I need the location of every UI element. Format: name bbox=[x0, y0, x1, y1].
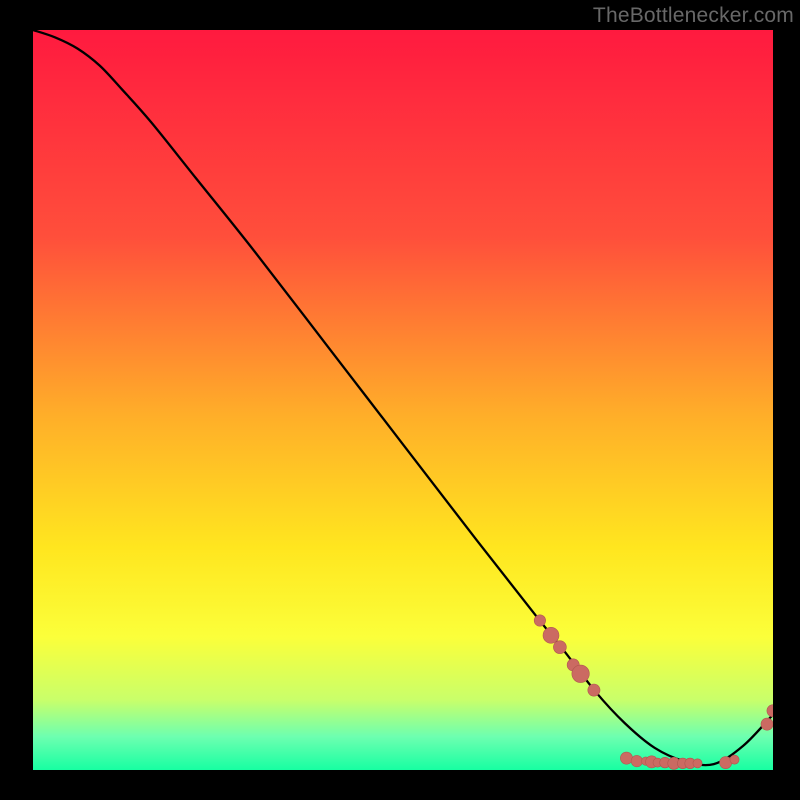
scatter-point bbox=[693, 759, 702, 768]
gradient-background bbox=[33, 30, 773, 770]
scatter-point bbox=[572, 665, 589, 682]
scatter-point bbox=[534, 615, 545, 626]
scatter-point bbox=[730, 755, 739, 764]
attribution-label: TheBottlenecker.com bbox=[593, 4, 794, 28]
scatter-point bbox=[761, 718, 773, 730]
scatter-point bbox=[543, 627, 559, 643]
scatter-point bbox=[620, 752, 632, 764]
chart-container: TheBottlenecker.com bbox=[0, 0, 800, 800]
scatter-point bbox=[631, 755, 642, 766]
scatter-point bbox=[553, 641, 566, 654]
scatter-point bbox=[588, 684, 600, 696]
bottleneck-chart bbox=[33, 30, 773, 770]
